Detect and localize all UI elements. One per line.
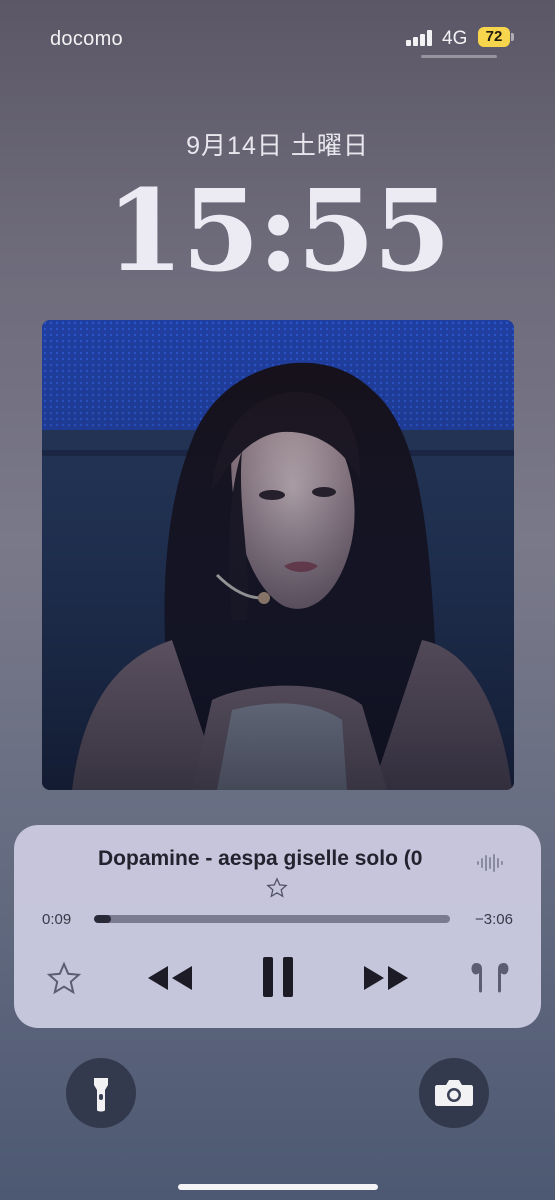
flashlight-icon — [94, 1078, 108, 1112]
lock-date: 9月14日 土曜日 — [186, 132, 369, 160]
playback-scrubber[interactable] — [94, 915, 450, 923]
airpods-icon[interactable] — [468, 957, 512, 997]
fast-forward-button[interactable] — [360, 960, 412, 996]
album-artwork-photo — [42, 320, 514, 790]
star-icon[interactable] — [266, 877, 288, 899]
favorite-star-button[interactable] — [46, 961, 82, 997]
pause-button[interactable] — [260, 955, 296, 999]
carrier-name: docomo — [50, 28, 123, 50]
home-indicator[interactable] — [178, 1184, 378, 1190]
status-bar: docomo 4G 72 — [0, 0, 555, 70]
elapsed-time: 0:09 — [42, 911, 72, 928]
track-title: Dopamine - aespa giselle solo (0 — [98, 847, 423, 870]
battery-tip — [511, 33, 514, 41]
cellular-signal-icon — [406, 30, 434, 46]
now-playing-widget: Dopamine - aespa giselle solo (0 0:09 −3… — [14, 825, 541, 1028]
status-underline — [421, 55, 497, 58]
lock-time: 15:55 — [105, 166, 451, 297]
network-type: 4G — [442, 28, 468, 49]
battery-icon: 72 — [478, 27, 510, 47]
camera-icon — [435, 1080, 473, 1106]
album-artwork[interactable] — [42, 320, 514, 790]
remaining-time: −3:06 — [475, 911, 513, 928]
flashlight-button[interactable] — [66, 1058, 136, 1128]
playback-progress-fill — [94, 915, 111, 923]
camera-button[interactable] — [419, 1058, 489, 1128]
rewind-button[interactable] — [144, 960, 196, 996]
audio-waveform-icon[interactable] — [476, 851, 506, 875]
